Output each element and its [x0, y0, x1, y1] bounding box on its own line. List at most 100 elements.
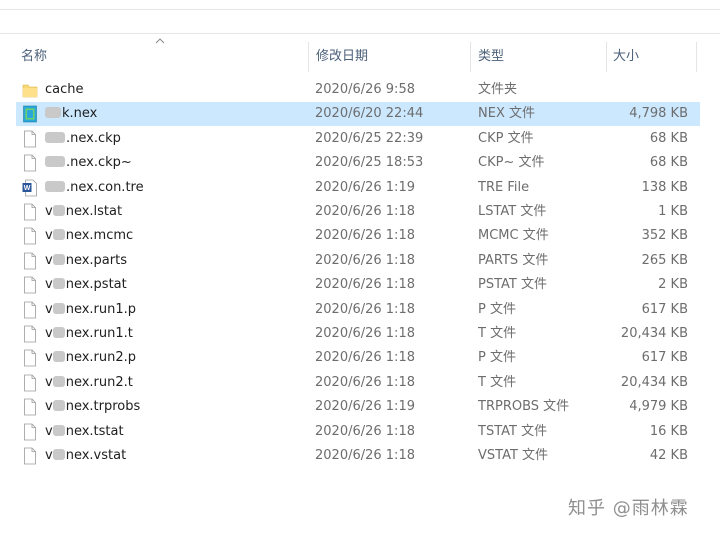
file-row[interactable]: .nex.ckp~ 2020/6/25 18:53 CKP~ 文件 68 KB [16, 151, 700, 175]
sort-ascending-icon[interactable] [154, 36, 166, 46]
file-type: 文件夹 [478, 82, 518, 97]
file-row[interactable]: v nex.run1.t 2020/6/26 1:18 T 文件 20,434 KB [16, 322, 700, 346]
file-row[interactable]: cache 2020/6/26 9:58 文件夹 [16, 78, 700, 102]
file-icon [22, 423, 38, 441]
redacted-text [52, 253, 65, 265]
file-modified-date: 2020/6/26 1:18 [315, 374, 415, 390]
redacted-text [52, 400, 65, 412]
file-size: 138 KB [641, 179, 688, 195]
redacted-text [45, 107, 61, 119]
column-header-size[interactable]: 大小 [613, 42, 639, 72]
column-divider[interactable] [470, 42, 471, 72]
file-row[interactable]: k.nex 2020/6/20 22:44 NEX 文件 4,798 KB [16, 102, 700, 127]
file-row[interactable]: v nex.run2.p 2020/6/26 1:18 P 文件 617 KB [16, 346, 700, 370]
file-row[interactable]: v nex.run2.t 2020/6/26 1:18 T 文件 20,434 KB [16, 371, 700, 395]
file-name-text: nex.pstat [65, 277, 127, 293]
file-modified-date: 2020/6/26 9:58 [315, 82, 415, 97]
file-modified-date: 2020/6/26 1:19 [315, 179, 415, 195]
toolbar-area [0, 0, 720, 34]
column-header-date[interactable]: 修改日期 [316, 42, 368, 72]
file-icon [22, 154, 38, 172]
file-name-text: nex.run2.t [65, 374, 133, 390]
file-type: PSTAT 文件 [478, 277, 547, 293]
file-row[interactable]: v nex.trprobs 2020/6/26 1:19 TRPROBS 文件 4,97… [16, 395, 700, 419]
file-name-text: .nex.con.tre [66, 179, 144, 195]
file-type: LSTAT 文件 [478, 204, 547, 219]
file-icon [22, 447, 38, 465]
svg-text:W: W [24, 185, 31, 192]
file-size: 617 KB [641, 350, 688, 366]
file-type: P 文件 [478, 301, 516, 317]
divider [0, 33, 720, 34]
redacted-text [52, 229, 65, 241]
file-name: v nex.trprobs [45, 395, 140, 419]
watermark: 知乎 @雨林霖 [568, 498, 689, 519]
redacted-text [52, 205, 65, 216]
word-file-icon: W [22, 179, 38, 197]
file-modified-date: 2020/6/26 1:18 [315, 252, 415, 268]
redacted-text [52, 278, 65, 290]
file-name: v nex.run1.t [45, 322, 133, 346]
redacted-text [52, 449, 65, 460]
file-row[interactable]: .nex.ckp 2020/6/25 22:39 CKP 文件 68 KB [16, 127, 700, 151]
file-size: 352 KB [641, 228, 688, 244]
file-row[interactable]: v nex.mcmc 2020/6/26 1:18 MCMC 文件 352 KB [16, 224, 700, 248]
file-size: 2 KB [658, 277, 688, 293]
file-row[interactable]: v nex.lstat 2020/6/26 1:18 LSTAT 文件 1 KB [16, 200, 700, 224]
redacted-text [52, 327, 65, 338]
column-divider[interactable] [606, 42, 607, 72]
file-name-prefix: v [45, 228, 53, 244]
file-modified-date: 2020/6/26 1:18 [315, 448, 415, 463]
column-header-row: 名称 修改日期 类型 大小 [0, 38, 720, 72]
file-icon [22, 203, 38, 221]
file-name: v nex.parts [45, 249, 127, 273]
column-header-name[interactable]: 名称 [21, 42, 47, 72]
file-name: v nex.run2.p [45, 346, 136, 370]
redacted-text [52, 424, 65, 436]
divider [0, 9, 720, 10]
file-modified-date: 2020/6/25 18:53 [315, 155, 424, 171]
column-header-type[interactable]: 类型 [478, 42, 504, 72]
file-name-text: nex.run1.t [65, 326, 133, 341]
file-name-text: nex.run2.p [65, 350, 137, 366]
file-type: TSTAT 文件 [478, 423, 548, 439]
file-row[interactable]: W .nex.con.tre 2020/6/26 1:19 TRE File 138 K… [16, 176, 700, 200]
column-divider[interactable] [308, 42, 309, 72]
file-size: 20,434 KB [620, 374, 688, 390]
file-modified-date: 2020/6/26 1:18 [315, 204, 415, 219]
file-name: v nex.lstat [45, 200, 122, 224]
file-name-text: nex.lstat [65, 204, 123, 219]
file-type: TRPROBS 文件 [478, 399, 570, 415]
file-name: k.nex [45, 102, 97, 126]
redacted-text [45, 131, 65, 143]
file-row[interactable]: v nex.run1.p 2020/6/26 1:18 P 文件 617 KB [16, 298, 700, 322]
file-name-text: cache [45, 82, 84, 97]
file-size: 1 KB [658, 204, 688, 219]
file-row[interactable]: v nex.pstat 2020/6/26 1:18 PSTAT 文件 2 KB [16, 273, 700, 297]
file-size: 617 KB [641, 301, 688, 317]
file-icon [22, 130, 38, 148]
column-divider[interactable] [696, 42, 697, 72]
file-row[interactable]: v nex.vstat 2020/6/26 1:18 VSTAT 文件 42 KB [16, 444, 700, 468]
redacted-text [45, 156, 65, 168]
file-modified-date: 2020/6/26 1:18 [315, 326, 415, 341]
file-name: v nex.mcmc [45, 224, 133, 248]
file-name-text: nex.trprobs [65, 399, 141, 415]
file-name: .nex.ckp~ [45, 151, 132, 175]
file-modified-date: 2020/6/26 1:18 [315, 423, 415, 439]
file-icon [22, 349, 38, 367]
file-type: CKP 文件 [478, 130, 534, 146]
file-name-text: k.nex [62, 106, 98, 122]
file-type: TRE File [478, 179, 530, 195]
file-name-text: nex.run1.p [65, 301, 137, 317]
file-row[interactable]: v nex.tstat 2020/6/26 1:18 TSTAT 文件 16 KB [16, 420, 700, 444]
file-name: v nex.tstat [45, 420, 124, 444]
file-name-prefix: v [45, 301, 53, 317]
file-modified-date: 2020/6/26 1:18 [315, 301, 415, 317]
file-row[interactable]: v nex.parts 2020/6/26 1:18 PARTS 文件 265 KB [16, 249, 700, 273]
file-type: NEX 文件 [478, 106, 535, 122]
file-name-text: nex.vstat [65, 448, 127, 463]
file-type: PARTS 文件 [478, 252, 549, 268]
file-name: v nex.pstat [45, 273, 127, 297]
redacted-text [45, 180, 65, 192]
